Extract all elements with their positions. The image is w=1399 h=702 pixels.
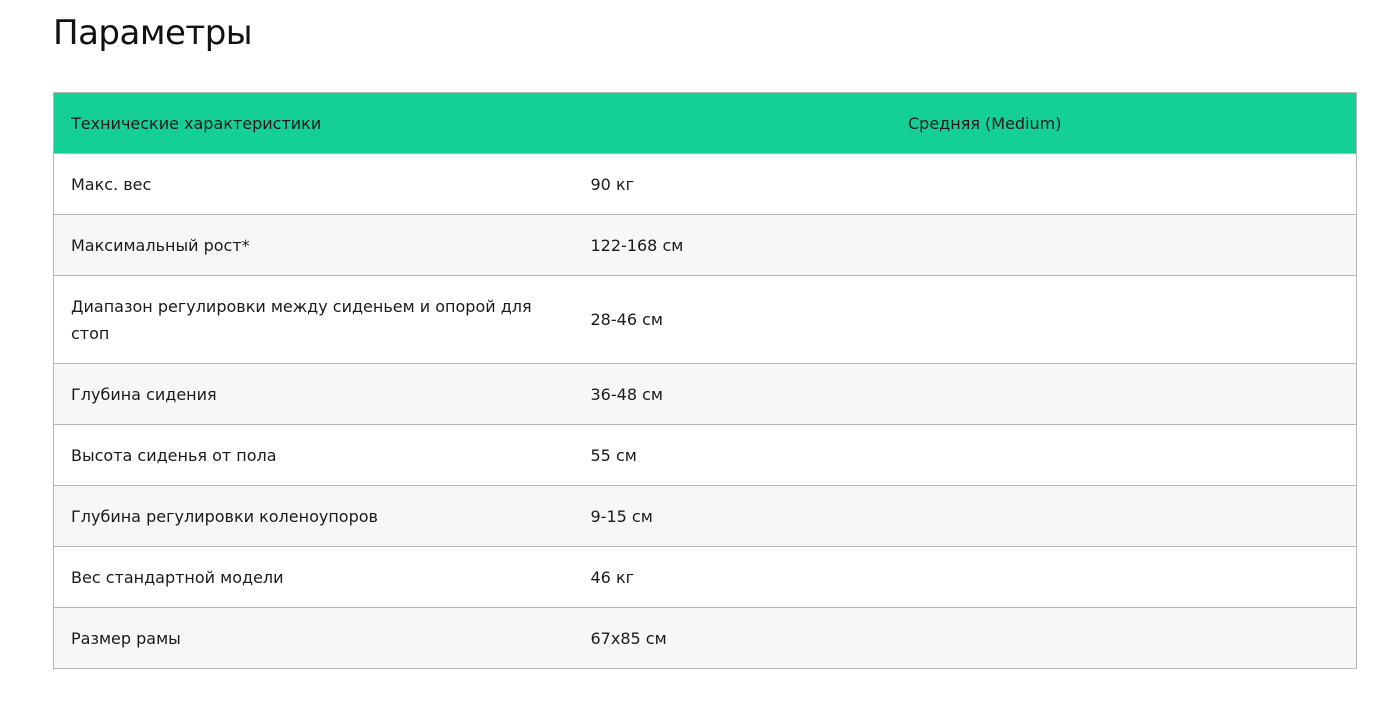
page-title: Параметры — [53, 13, 253, 53]
table-row: Глубина регулировки коленоупоров 9-15 см — [53, 485, 1357, 547]
table-row: Макс. вес 90 кг — [53, 153, 1357, 215]
row-param-label: Глубина сидения — [53, 363, 574, 425]
row-param-label: Размер рамы — [53, 607, 574, 669]
table-row: Вес стандартной модели 46 кг — [53, 546, 1357, 608]
table-row: Диапазон регулировки между сиденьем и оп… — [53, 275, 1357, 364]
row-param-label: Максимальный рост* — [53, 214, 574, 276]
row-value: 28-46 см — [573, 275, 1357, 364]
specs-table: Технические характеристики Средняя (Medi… — [53, 92, 1357, 669]
row-param-label: Диапазон регулировки между сиденьем и оп… — [53, 275, 574, 364]
row-value: 36-48 см — [573, 363, 1357, 425]
row-param-label: Макс. вес — [53, 153, 574, 215]
row-value: 67x85 см — [573, 607, 1357, 669]
table-row: Размер рамы 67x85 см — [53, 607, 1357, 669]
row-value: 9-15 см — [573, 485, 1357, 547]
row-param-label: Вес стандартной модели — [53, 546, 574, 608]
row-param-label: Высота сиденья от пола — [53, 424, 574, 486]
table-row: Максимальный рост* 122-168 см — [53, 214, 1357, 276]
column-header-characteristics: Технические характеристики — [53, 92, 574, 154]
row-value: 90 кг — [573, 153, 1357, 215]
column-header-size-medium: Средняя (Medium) — [573, 92, 1357, 154]
row-value: 46 кг — [573, 546, 1357, 608]
table-row: Высота сиденья от пола 55 см — [53, 424, 1357, 486]
row-value: 122-168 см — [573, 214, 1357, 276]
row-value: 55 см — [573, 424, 1357, 486]
table-row: Глубина сидения 36-48 см — [53, 363, 1357, 425]
row-param-label: Глубина регулировки коленоупоров — [53, 485, 574, 547]
table-header-row: Технические характеристики Средняя (Medi… — [53, 92, 1357, 154]
